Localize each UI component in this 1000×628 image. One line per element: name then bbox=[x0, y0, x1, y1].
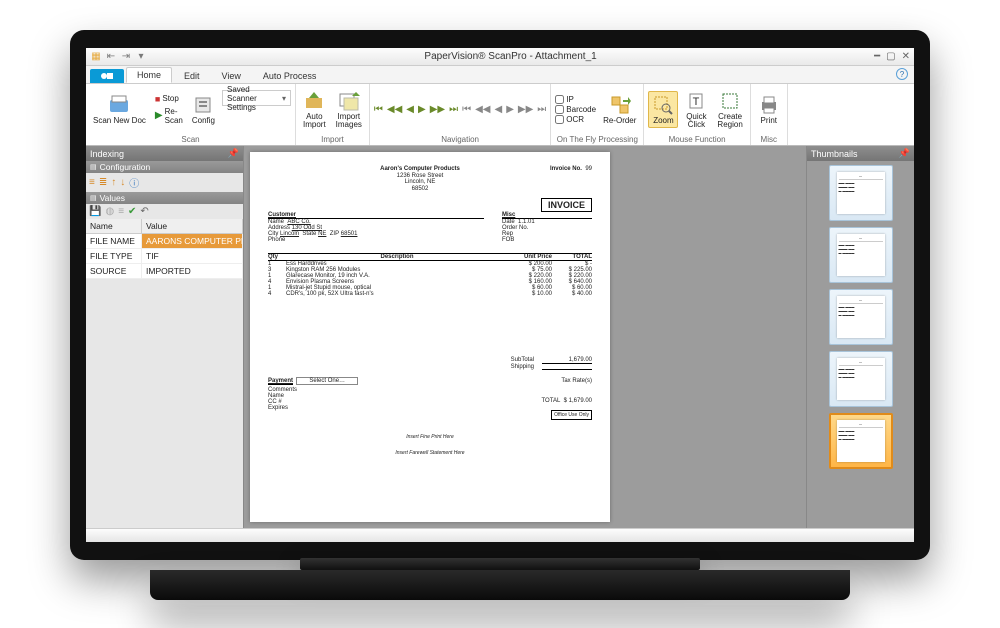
auto-import-button[interactable]: Auto Import bbox=[300, 88, 329, 131]
maximize-button[interactable]: ▢ bbox=[886, 51, 895, 62]
col-value-header: Value bbox=[142, 219, 243, 233]
scan-group-label: Scan bbox=[90, 135, 291, 144]
thumbnail[interactable]: —▬▬ ▬▬▬▬▬▬ ▬▬▬ ▬▬▬▬ bbox=[829, 289, 893, 345]
document-viewer[interactable]: Aaron's Computer Products 1236 Rose Stre… bbox=[244, 146, 806, 528]
help-icon[interactable]: ? bbox=[896, 68, 908, 80]
mouse-group-label: Mouse Function bbox=[648, 135, 745, 144]
quick-click-button[interactable]: T Quick Click bbox=[682, 88, 710, 131]
otf-group-label: On The Fly Processing bbox=[555, 135, 639, 144]
reorder-button[interactable]: Re-Order bbox=[600, 92, 639, 127]
config-toolbar: ≡ ≣ ↑ ↓ ⓘ bbox=[86, 173, 243, 192]
qat-grid-icon[interactable]: ▦ bbox=[90, 51, 102, 63]
val-check-icon[interactable]: ✔ bbox=[128, 206, 136, 217]
nav-next2-icon[interactable]: ▶ bbox=[506, 104, 514, 115]
nav-first-doc-icon[interactable]: ⏮ bbox=[374, 104, 383, 115]
pane-pin-icon[interactable]: 📌 bbox=[228, 148, 239, 159]
cfg-info-icon[interactable]: ⓘ bbox=[129, 175, 139, 190]
svg-text:T: T bbox=[693, 96, 700, 108]
qat-dropdown-icon[interactable]: ▾ bbox=[135, 51, 147, 63]
saved-scanner-settings-dropdown[interactable]: Saved Scanner Settings ▾ bbox=[222, 90, 291, 106]
minimize-button[interactable]: ━ bbox=[874, 51, 880, 62]
save-icon[interactable]: 💾 bbox=[89, 206, 101, 217]
print-button[interactable]: Print bbox=[755, 92, 783, 127]
thumbnail[interactable]: —▬▬ ▬▬▬▬▬▬ ▬▬▬ ▬▬▬▬ bbox=[829, 351, 893, 407]
values-toolbar: 💾 ◍ ≡ ✔ ↶ bbox=[86, 204, 243, 219]
zoom-button[interactable]: Zoom bbox=[648, 91, 678, 128]
nav-prev-alt-icon[interactable]: ◀◀ bbox=[475, 104, 490, 115]
nav-last-doc-icon[interactable]: ⏭ bbox=[449, 104, 458, 115]
ribbon: Scan New Doc ■Stop ▶Re-Scan Config Saved… bbox=[86, 84, 914, 146]
val-undo-icon[interactable]: ↶ bbox=[140, 206, 148, 217]
import-group-label: Import bbox=[300, 135, 365, 144]
otf-barcode-checkbox[interactable]: Barcode bbox=[555, 105, 596, 114]
rescan-button[interactable]: ▶Re-Scan bbox=[153, 106, 185, 126]
cfg-tool-2-icon[interactable]: ≣ bbox=[99, 177, 107, 188]
otf-ip-checkbox[interactable]: IP bbox=[555, 95, 596, 104]
window-title: PaperVision® ScanPro - Attachment_1 bbox=[147, 51, 874, 62]
otf-ocr-checkbox[interactable]: OCR bbox=[555, 115, 596, 124]
import-images-button[interactable]: Import Images bbox=[333, 88, 365, 131]
tab-view[interactable]: View bbox=[212, 69, 251, 83]
qat-expand-icon[interactable]: ⇥ bbox=[120, 51, 132, 63]
thumbnail[interactable]: —▬▬ ▬▬▬▬▬▬ ▬▬▬ ▬▬▬▬ bbox=[829, 165, 893, 221]
status-bar bbox=[86, 528, 914, 542]
values-header[interactable]: ▤Values bbox=[86, 192, 243, 204]
val-circle-icon[interactable]: ◍ bbox=[105, 206, 114, 217]
nav-prev-doc-icon[interactable]: ◀◀ bbox=[387, 104, 402, 115]
thumbnails-list[interactable]: —▬▬ ▬▬▬▬▬▬ ▬▬▬ ▬▬▬▬ —▬▬ ▬▬▬▬▬▬ ▬▬▬ ▬▬▬▬ —▬… bbox=[807, 161, 914, 528]
stop-button[interactable]: ■Stop bbox=[153, 93, 185, 105]
content-area: Indexing📌 ▤Configuration ≡ ≣ ↑ ↓ ⓘ ▤Valu… bbox=[86, 146, 914, 528]
scan-new-doc-button[interactable]: Scan New Doc bbox=[90, 92, 149, 127]
thumbnail[interactable]: —▬▬ ▬▬▬▬▬▬ ▬▬▬ ▬▬▬▬ bbox=[829, 227, 893, 283]
quick-access-toolbar: ▦ ⇤ ⇥ ▾ bbox=[90, 51, 147, 63]
tab-auto-process[interactable]: Auto Process bbox=[253, 69, 327, 83]
table-row[interactable]: FILE NAME AARONS COMPUTER PR bbox=[86, 234, 243, 249]
val-list-icon[interactable]: ≡ bbox=[118, 206, 124, 217]
table-row[interactable]: FILE TYPE TIF bbox=[86, 249, 243, 264]
indexing-header: Indexing📌 bbox=[86, 146, 243, 161]
cfg-down-icon[interactable]: ↓ bbox=[120, 177, 125, 188]
ribbon-tabs: Home Edit View Auto Process ? bbox=[86, 66, 914, 84]
col-name-header: Name bbox=[86, 219, 142, 233]
indexing-pane: Indexing📌 ▤Configuration ≡ ≣ ↑ ↓ ⓘ ▤Valu… bbox=[86, 146, 244, 528]
misc-group-label: Misc bbox=[755, 135, 783, 144]
thumbnails-pane: Thumbnails📌 —▬▬ ▬▬▬▬▬▬ ▬▬▬ ▬▬▬▬—▬▬ ▬▬▬▬▬… bbox=[806, 146, 914, 528]
page-preview: Aaron's Computer Products 1236 Rose Stre… bbox=[250, 152, 610, 522]
close-button[interactable]: ✕ bbox=[902, 51, 910, 62]
app-window: ▦ ⇤ ⇥ ▾ PaperVision® ScanPro - Attachmen… bbox=[86, 48, 914, 542]
table-row[interactable]: SOURCE IMPORTED bbox=[86, 264, 243, 279]
nav-next-doc-icon[interactable]: ▶▶ bbox=[430, 104, 445, 115]
nav-prev2-icon[interactable]: ◀ bbox=[494, 104, 502, 115]
tab-home[interactable]: Home bbox=[126, 67, 172, 83]
nav-next-alt-icon[interactable]: ▶▶ bbox=[518, 104, 533, 115]
nav-prev-page-icon[interactable]: ◀ bbox=[406, 104, 414, 115]
thumbs-pin-icon[interactable]: 📌 bbox=[899, 148, 910, 159]
thumbnails-header: Thumbnails📌 bbox=[807, 146, 914, 161]
nav-next-page-icon[interactable]: ▶ bbox=[418, 104, 426, 115]
configuration-header[interactable]: ▤Configuration bbox=[86, 161, 243, 173]
thumbnail[interactable]: —▬▬ ▬▬▬▬▬▬ ▬▬▬ ▬▬▬▬ bbox=[829, 413, 893, 469]
qat-collapse-icon[interactable]: ⇤ bbox=[105, 51, 117, 63]
nav-first-alt-icon[interactable]: ⏮ bbox=[462, 104, 471, 115]
title-bar: ▦ ⇤ ⇥ ▾ PaperVision® ScanPro - Attachmen… bbox=[86, 48, 914, 66]
cfg-tool-1-icon[interactable]: ≡ bbox=[89, 177, 95, 188]
cfg-up-icon[interactable]: ↑ bbox=[111, 177, 116, 188]
tab-edit[interactable]: Edit bbox=[174, 69, 210, 83]
file-tab[interactable] bbox=[90, 69, 124, 83]
config-button[interactable]: Config bbox=[189, 92, 218, 127]
nav-last-alt-icon[interactable]: ⏭ bbox=[537, 104, 546, 115]
create-region-button[interactable]: Create Region bbox=[714, 88, 745, 131]
nav-group-label: Navigation bbox=[374, 135, 546, 144]
values-table: Name Value FILE NAME AARONS COMPUTER PR … bbox=[86, 219, 243, 279]
